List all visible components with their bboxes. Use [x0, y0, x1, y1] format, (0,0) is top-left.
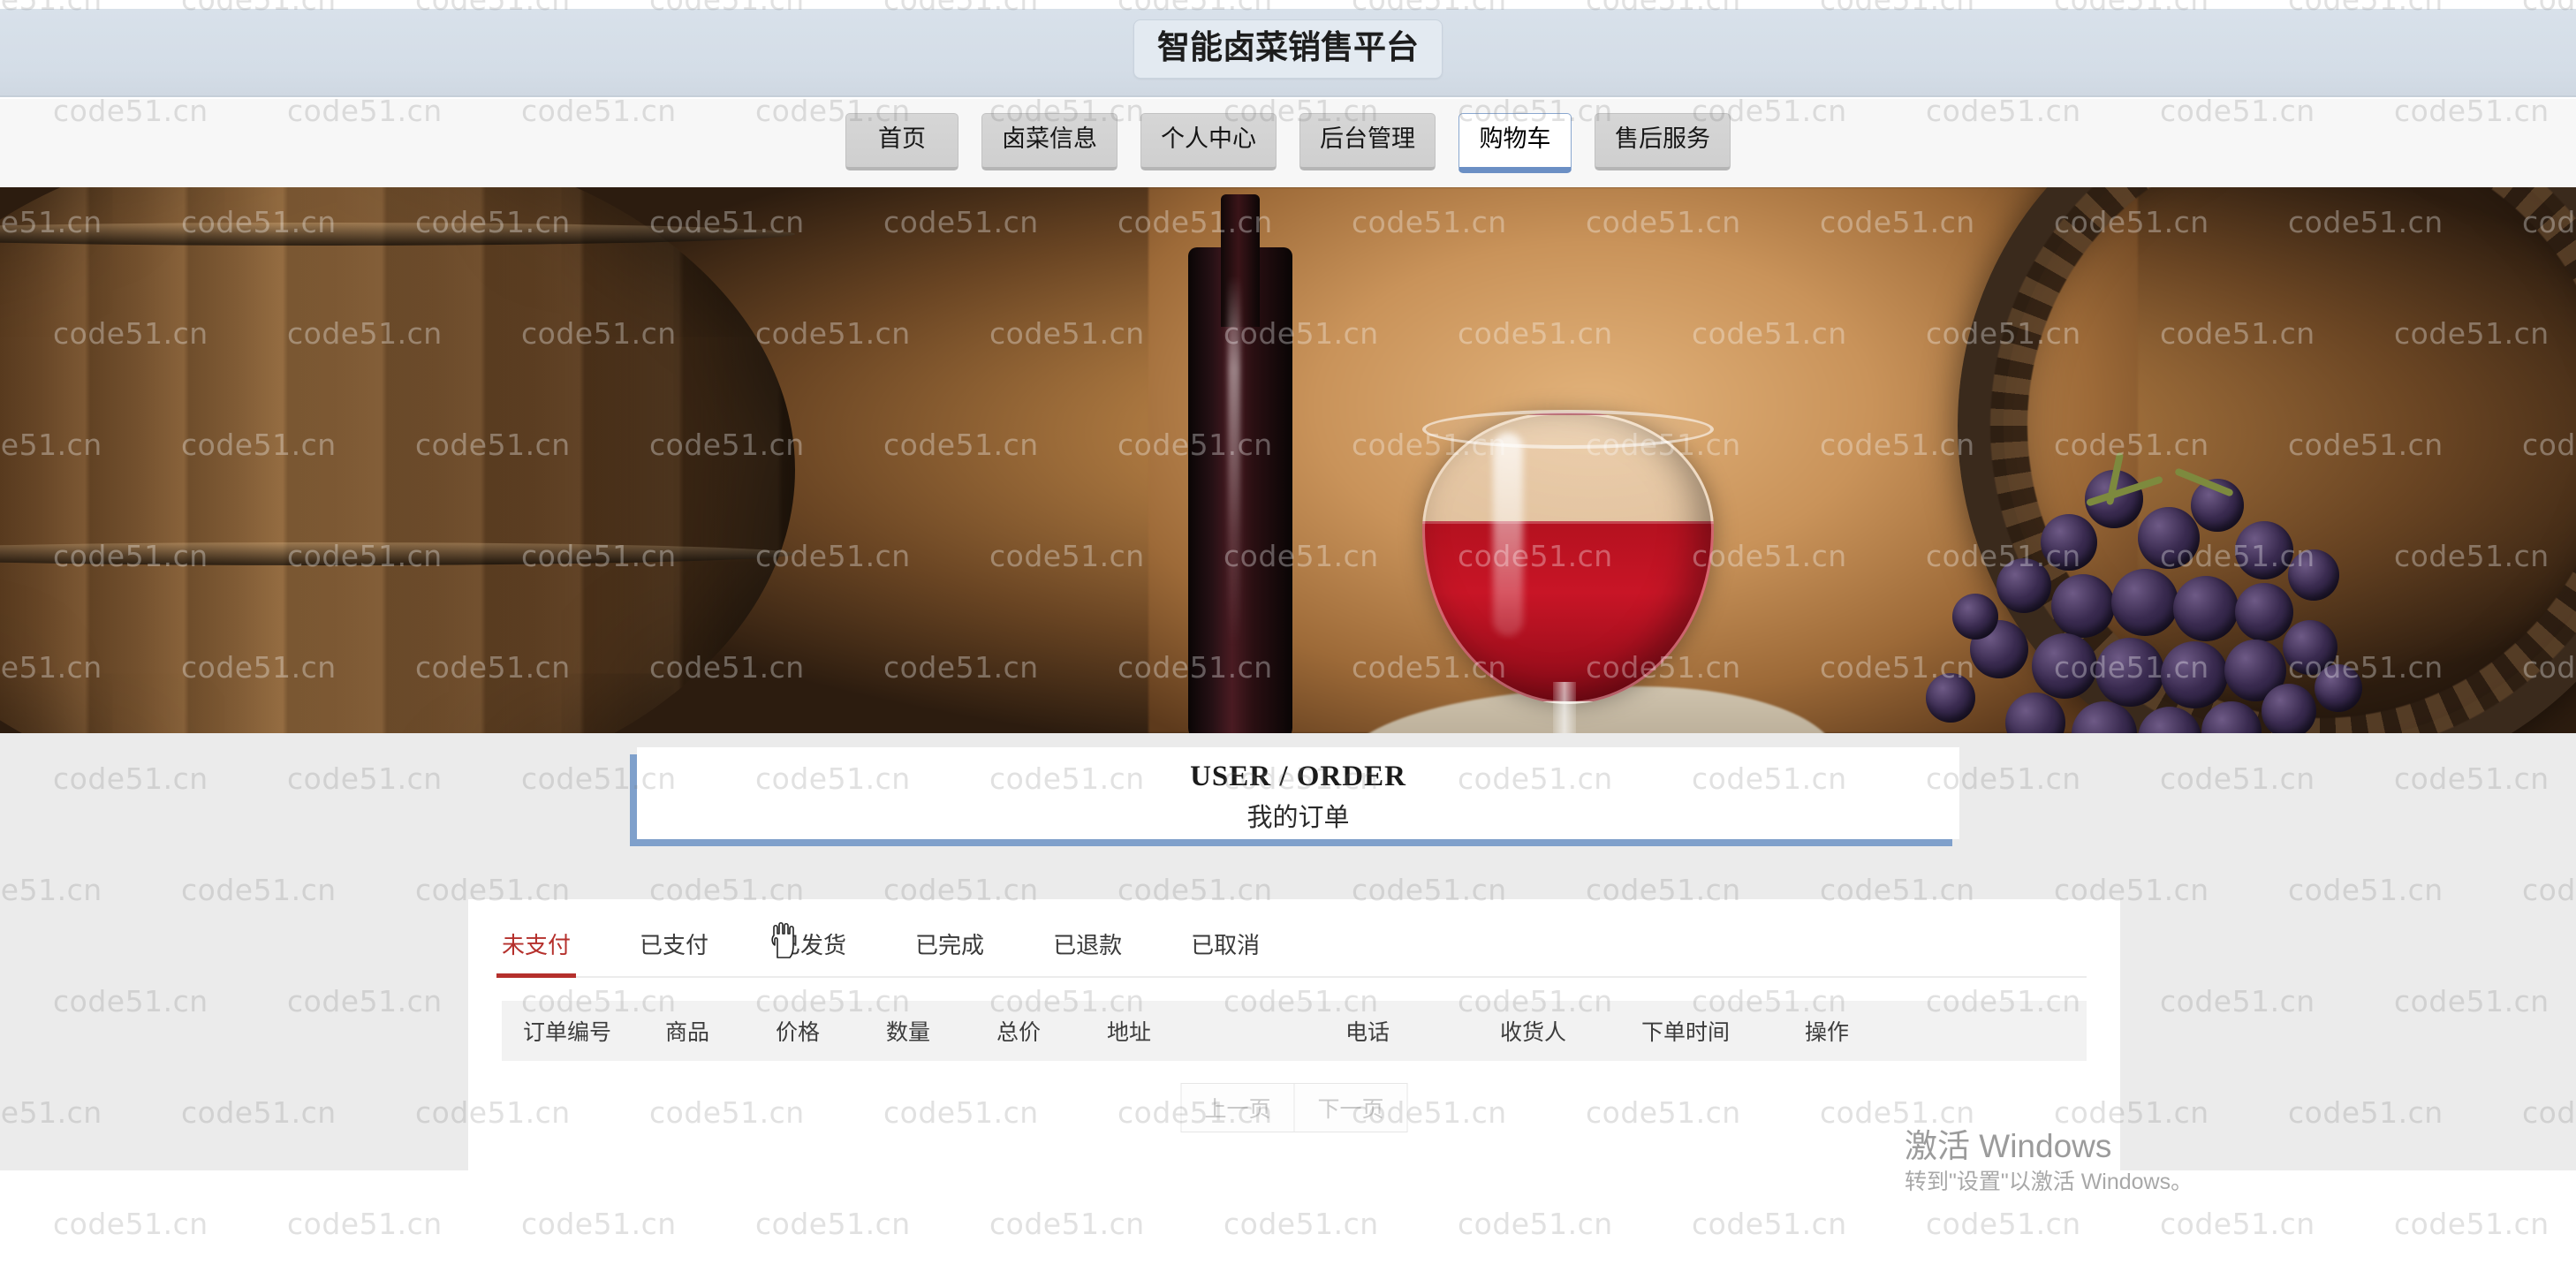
table-column-header-0: 订单编号 — [523, 1020, 612, 1045]
carousel-slide-image — [0, 187, 2576, 733]
tab-label: 已支付 — [640, 932, 709, 958]
page-title: 智能卤菜销售平台 — [1133, 19, 1443, 79]
grape-decoration — [2262, 684, 2316, 733]
grape-decoration — [2005, 693, 2065, 733]
tab-5[interactable]: 已取消 — [1191, 919, 1260, 976]
grape-decoration — [2201, 701, 2262, 733]
grape-decoration — [2315, 664, 2362, 712]
order-header-card: USER / ORDER 我的订单 — [637, 747, 1959, 839]
nav-list: 首页 卤菜信息 个人中心 后台管理 购物车 售后服务 — [845, 113, 1731, 173]
order-page-header: USER / ORDER 我的订单 — [630, 747, 1959, 846]
nav-item-5[interactable]: 售后服务 — [1595, 113, 1731, 170]
nav-item-4[interactable]: 购物车 — [1458, 113, 1572, 173]
grape-decoration — [1926, 673, 1975, 723]
tab-label: 已完成 — [915, 932, 985, 958]
grape-decoration — [2161, 641, 2228, 708]
table-column-header-4: 总价 — [996, 1020, 1042, 1045]
nav-item-label: 售后服务 — [1615, 125, 1710, 153]
order-status-tabs: 未支付 已支付 已发货 已完成 已退款 已取消 — [496, 919, 2087, 978]
tab-4[interactable]: 已退款 — [1053, 919, 1122, 976]
tab-label: 已取消 — [1191, 932, 1261, 958]
nav-item-label: 个人中心 — [1161, 125, 1256, 153]
grape-decoration — [2288, 549, 2339, 601]
prev-page-button[interactable]: 上一页 — [1180, 1083, 1295, 1132]
grape-decoration — [2138, 707, 2201, 733]
table-column-header-9: 操作 — [1805, 1020, 1850, 1045]
order-header-title-en: USER / ORDER — [1190, 761, 1406, 792]
tab-0[interactable]: 未支付 — [496, 919, 577, 978]
page-bottom-area — [0, 1170, 2576, 1272]
grape-decoration — [2235, 521, 2293, 579]
content-area: USER / ORDER 我的订单 未支付 已支付 已发货 已完成 已退款 已取消 订单编… — [0, 733, 2576, 1170]
grape-decoration — [2111, 569, 2178, 636]
grape-decoration — [1952, 594, 1998, 640]
tab-label: 已退款 — [1053, 932, 1123, 958]
hero-carousel[interactable]: code51. cn-源码乐园盗图必究 — [0, 187, 2576, 733]
nav-item-3[interactable]: 后台管理 — [1299, 113, 1436, 170]
grape-decoration — [2032, 633, 2097, 699]
nav-item-0[interactable]: 首页 — [845, 113, 958, 170]
nav-item-label: 首页 — [878, 125, 926, 153]
grape-decoration — [2235, 583, 2293, 641]
grape-decoration — [2138, 507, 2200, 569]
tab-3[interactable]: 已完成 — [915, 919, 984, 976]
order-table-header-row: 订单编号 商品 价格 数量 总价 地址 电话 收货人 下单时间 操作 — [502, 1001, 2087, 1061]
main-navigation: 首页 卤菜信息 个人中心 后台管理 购物车 售后服务 — [0, 99, 2576, 187]
order-list-card: 未支付 已支付 已发货 已完成 已退款 已取消 订单编号 商品 价格 数量 总价 地址 电话 收货人 下单… — [468, 899, 2120, 1170]
tab-1[interactable]: 已支付 — [640, 919, 708, 976]
table-column-header-8: 下单时间 — [1641, 1020, 1731, 1045]
nav-item-2[interactable]: 个人中心 — [1140, 113, 1277, 170]
grape-decoration — [2095, 638, 2164, 707]
table-column-header-3: 数量 — [886, 1020, 931, 1045]
grape-decoration — [2041, 514, 2097, 571]
tab-label: 未支付 — [502, 932, 572, 958]
nav-item-label: 卤菜信息 — [1002, 125, 1097, 153]
next-page-button[interactable]: 下一页 — [1294, 1083, 1408, 1132]
table-column-header-6: 电话 — [1345, 1020, 1390, 1045]
table-column-header-1: 商品 — [665, 1020, 710, 1045]
table-column-header-5: 地址 — [1107, 1020, 1152, 1045]
top-strip — [0, 0, 2576, 9]
table-column-header-7: 收货人 — [1500, 1020, 1567, 1045]
pagination: 上一页 下一页 — [1180, 1083, 1408, 1132]
order-header-title-cn: 我的订单 — [1246, 804, 1350, 832]
grape-decoration — [1996, 558, 2051, 613]
nav-item-label: 后台管理 — [1320, 125, 1415, 153]
nav-item-1[interactable]: 卤菜信息 — [981, 113, 1118, 170]
table-column-header-2: 价格 — [776, 1020, 821, 1045]
nav-item-label: 购物车 — [1479, 125, 1551, 153]
grape-decoration — [2051, 574, 2115, 638]
page-root: 智能卤菜销售平台 首页 卤菜信息 个人中心 后台管理 购物车 售后服务 code51. c… — [0, 0, 2576, 1272]
mouse-cursor-icon — [769, 919, 804, 967]
grape-decoration — [2173, 576, 2239, 641]
